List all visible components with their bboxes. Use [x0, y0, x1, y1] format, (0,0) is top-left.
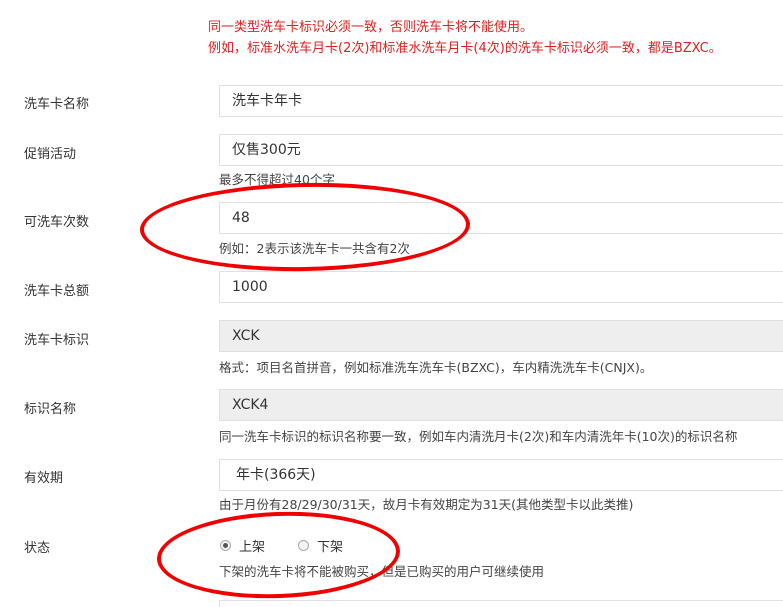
status-on-shelf-radio[interactable]: 上架 — [220, 536, 265, 555]
wash-times-help: 例如：2表示该洗车卡一共含有2次 — [219, 241, 410, 256]
card-name-label: 洗车卡名称 — [24, 97, 90, 112]
promo-input[interactable]: 仅售300元 — [219, 134, 783, 166]
validity-selected: 年卡(366天) — [236, 467, 316, 483]
code-name-input: XCK4 — [219, 389, 783, 421]
validity-select[interactable]: 年卡(366天) — [219, 459, 783, 491]
wash-times-label: 可洗车次数 — [24, 215, 90, 230]
status-off-shelf-label: 下架 — [317, 540, 344, 555]
status-on-shelf-label: 上架 — [239, 540, 266, 555]
notice-line-1: 同一类型洗车卡标识必须一致，否则洗车卡将不能使用。 — [208, 20, 534, 35]
total-amount-input[interactable]: 1000 — [219, 271, 783, 303]
status-off-shelf-radio[interactable]: 下架 — [298, 536, 343, 555]
card-code-label: 洗车卡标识 — [24, 333, 90, 348]
status-label: 状态 — [24, 541, 51, 556]
card-name-input[interactable]: 洗车卡年卡 — [219, 85, 783, 117]
wash-times-input[interactable]: 48 — [219, 202, 783, 234]
code-name-label: 标识名称 — [24, 402, 77, 417]
card-code-help: 格式：项目名首拼音，例如标准洗车洗车卡(BZXC)，车内精洗洗车卡(CNJX)。 — [219, 360, 653, 375]
status-help: 下架的洗车卡将不能被购买，但是已购买的用户可继续使用 — [219, 564, 545, 579]
notice-line-2: 例如，标准水洗车月卡(2次)和标准水洗车月卡(4次)的洗车卡标识必须一致，都是B… — [208, 41, 722, 56]
validity-label: 有效期 — [24, 471, 64, 486]
validity-help: 由于月份有28/29/30/31天，故月卡有效期定为31天(其他类型卡以此类推) — [219, 497, 634, 512]
radio-unchecked-icon — [298, 540, 309, 551]
code-name-help: 同一洗车卡标识的标识名称要一致，例如车内清洗月卡(2次)和车内清洗年卡(10次)… — [219, 429, 738, 444]
promo-label: 促销活动 — [24, 147, 77, 162]
promo-help: 最多不得超过40个字 — [219, 172, 335, 187]
card-code-input: XCK — [219, 320, 783, 352]
total-amount-label: 洗车卡总额 — [24, 284, 90, 299]
radio-checked-icon — [220, 540, 231, 551]
annotation-circle-status — [155, 507, 402, 603]
